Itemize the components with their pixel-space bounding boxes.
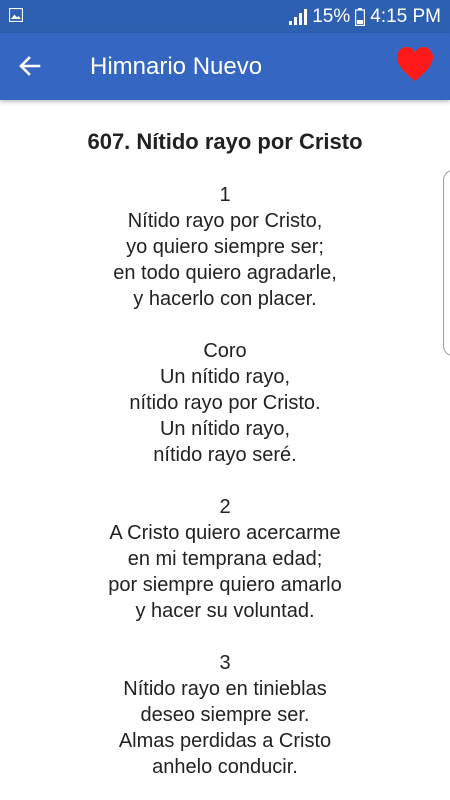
hymn-content: 607. Nítido rayo por Cristo 1 Nítido ray…	[0, 100, 450, 800]
lyric-line: anhelo conducir.	[152, 756, 298, 778]
stanza-2: 2 A Cristo quiero acercarme en mi tempra…	[0, 494, 450, 624]
chorus: Coro Un nítido rayo, nítido rayo por Cri…	[0, 338, 450, 468]
lyric-line: en mi temprana edad;	[127, 548, 323, 570]
lyric-line: y hacer su voluntad.	[135, 600, 315, 622]
back-button[interactable]	[14, 50, 46, 82]
favorite-button[interactable]	[396, 47, 434, 83]
stanza-3: 3 Nítido rayo en tinieblas deseo siempre…	[0, 650, 450, 780]
status-right: 15% 4:15 PM	[289, 4, 441, 30]
lyric-line: en todo quiero agradarle,	[113, 262, 337, 284]
arrow-left-icon	[19, 56, 41, 76]
heart-icon	[397, 47, 433, 81]
battery-icon	[355, 8, 366, 26]
stanza-number: 1	[219, 184, 231, 206]
scroll-handle[interactable]	[443, 170, 450, 356]
lyric-line: Un nítido rayo,	[159, 418, 291, 440]
lyric-line: yo quiero siempre ser;	[126, 236, 324, 258]
clock: 4:15 PM	[370, 6, 441, 27]
lyric-line: nítido rayo por Cristo.	[129, 392, 321, 414]
lyric-line: por siempre quiero amarlo	[108, 574, 342, 596]
hymn-title: 607. Nítido rayo por Cristo	[87, 129, 363, 154]
lyric-line: y hacerlo con placer.	[133, 288, 317, 310]
battery-percent: 15%	[312, 6, 351, 27]
lyric-line: A Cristo quiero acercarme	[109, 522, 341, 544]
lyric-line: nítido rayo seré.	[153, 444, 297, 466]
signal-icon	[289, 9, 308, 25]
app-bar: Himnario Nuevo	[0, 33, 450, 100]
app-title: Himnario Nuevo	[90, 53, 263, 80]
lyric-line: Almas perdidas a Cristo	[118, 730, 332, 752]
lyric-line: Nítido rayo en tinieblas	[123, 678, 327, 700]
lyric-line: Un nítido rayo,	[159, 366, 291, 388]
lyric-line: Nítido rayo por Cristo,	[127, 210, 323, 232]
stanza-number: 3	[219, 652, 231, 674]
image-icon	[9, 8, 23, 22]
lyric-line: deseo siempre ser.	[140, 704, 310, 726]
stanza-number: 2	[219, 496, 231, 518]
stanza-1: 1 Nítido rayo por Cristo, yo quiero siem…	[0, 182, 450, 312]
status-bar: 15% 4:15 PM	[0, 0, 450, 33]
chorus-heading: Coro	[203, 340, 247, 362]
